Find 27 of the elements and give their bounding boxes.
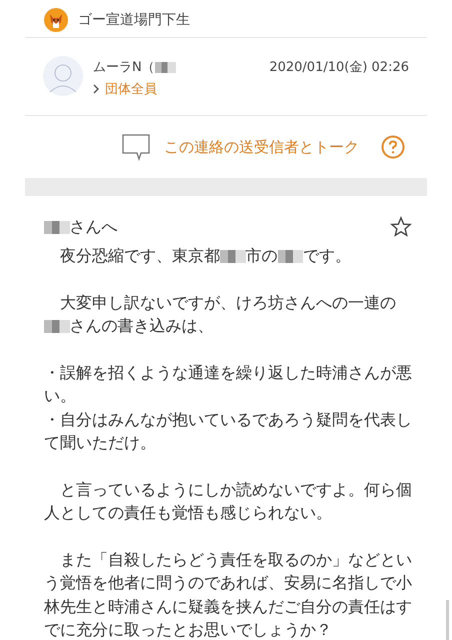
scrollbar[interactable] [446,600,449,640]
chevron-icon [93,84,99,94]
avatar-icon [43,56,83,96]
talk-link[interactable]: この連絡の送受信者とトーク [164,138,359,156]
message-text: 夜分恐縮です、東京都 [59,246,220,265]
message-text: 大変申し訳ないですが、けろ坊さんへの一連の [59,292,396,312]
message-text: また「自殺したらどう責任を取るのか」などという覚悟を他者に問うのであれば、安易に名指しで小林先生と時浦さんに疑義を挟んだご自分の責任はすでに充分に取ったとお思いでしょうか？ [44,550,412,639]
redaction-mark [44,220,70,234]
message-text: です。 [303,246,352,265]
message-text: と言っているようにしか読めないですよ。何ら個人としての責任も覚悟も感じられない。 [44,480,412,522]
redaction-mark [220,250,246,264]
help-icon[interactable] [381,135,405,159]
message-text: さんへ [70,216,118,236]
message-text: ・自分はみんなが抱いているであろう疑問を代表して聞いただけ。 [44,410,412,452]
recipients-link[interactable]: 団体全員 [93,80,409,98]
redaction-mark [44,320,70,334]
star-icon[interactable] [390,216,412,238]
message-text: さんの書き込みは、 [70,316,214,335]
redaction-mark [154,62,176,73]
post-date: 2020/01/10(金) 02:26 [269,59,409,76]
message-text: ・誤解を招くような通達を繰り返した時浦さんが悪い。 [44,362,412,405]
message-text: 市の [246,246,278,265]
dog-icon [44,8,68,32]
chat-icon [122,133,152,161]
redaction-mark [278,250,304,264]
group-name: ゴー宣道場門下生 [78,10,190,28]
message-text: ムーラN（ [93,60,155,75]
